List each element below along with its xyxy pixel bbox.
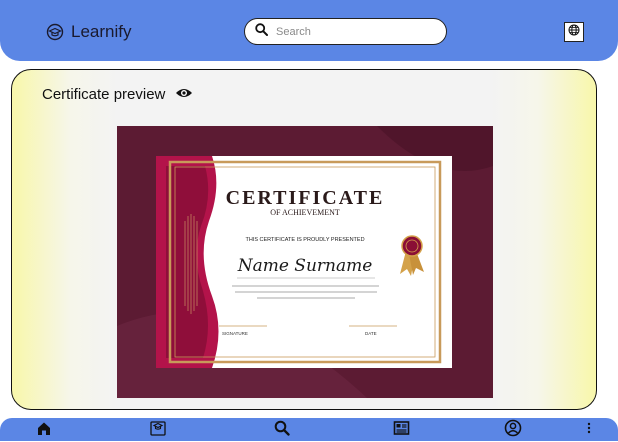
search-icon xyxy=(255,22,268,41)
search-icon xyxy=(274,420,290,441)
card-header: Certificate preview xyxy=(42,86,193,103)
brand-name: Learnify xyxy=(71,22,132,41)
nav-home-button[interactable] xyxy=(34,421,54,439)
bottom-nav xyxy=(0,418,618,441)
certificate-date-label: DATE xyxy=(365,331,377,336)
search-input[interactable] xyxy=(276,25,426,38)
learnify-logo-icon xyxy=(45,22,65,42)
certificate-subheading: OF ACHIEVEMENT xyxy=(270,208,340,217)
nav-profile-button[interactable] xyxy=(503,419,523,442)
nav-courses-button[interactable] xyxy=(148,419,168,442)
certificate-name: Name Surname xyxy=(237,256,373,276)
certificate-presented-line: THIS CERTIFICATE IS PROUDLY PRESENTED xyxy=(245,237,364,243)
profile-icon xyxy=(504,419,522,442)
globe-icon xyxy=(568,23,580,41)
eye-icon[interactable] xyxy=(175,86,193,103)
certificate-heading: CERTIFICATE xyxy=(226,187,385,209)
more-icon xyxy=(586,421,592,440)
nav-search-button[interactable] xyxy=(272,420,292,441)
search-bar[interactable] xyxy=(244,18,447,45)
home-icon xyxy=(36,420,52,441)
more-options-button[interactable] xyxy=(579,421,599,439)
news-icon xyxy=(393,420,411,441)
nav-news-button[interactable] xyxy=(392,420,412,441)
course-icon xyxy=(149,419,167,442)
certificate-image: CERTIFICATE OF ACHIEVEMENT THIS CERTIFIC… xyxy=(117,126,493,398)
top-bar: Learnify xyxy=(0,0,618,61)
certificate-preview-card: Certificate preview CERTIFICATE OF ACHIE… xyxy=(11,69,597,410)
card-title: Certificate preview xyxy=(42,86,166,103)
brand[interactable]: Learnify xyxy=(45,21,131,43)
language-button[interactable] xyxy=(564,22,584,42)
certificate-signature-label: SIGNATURE xyxy=(222,331,248,336)
